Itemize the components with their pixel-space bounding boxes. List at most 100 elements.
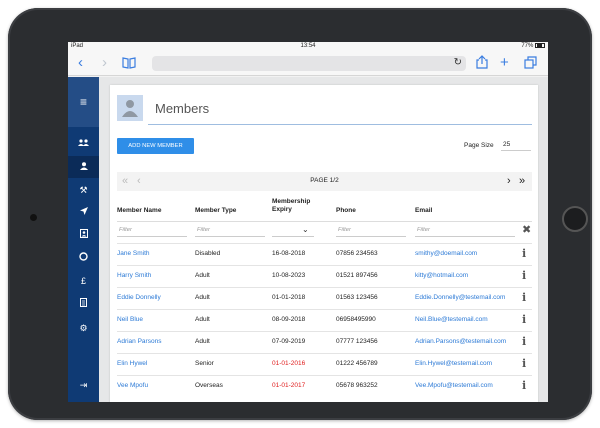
member-name[interactable]: Vee Mpofu: [117, 382, 148, 389]
battery-status: 77%: [521, 43, 545, 49]
reload-icon[interactable]: ↻: [454, 57, 462, 68]
table-row: Eddie Donnelly Adult 01-01-2018 01563 12345…: [117, 287, 532, 309]
status-bar: iPad 13:54 77%: [68, 42, 548, 51]
ipad-device: iPad 13:54 77% ‹ › ↻ + ≡ ⚒ £ ⚙ ⇥ Members…: [8, 8, 592, 420]
pound-icon[interactable]: £: [68, 270, 99, 292]
send-icon[interactable]: [68, 201, 99, 223]
member-type: Disabled: [195, 250, 221, 257]
member-phone: 01222 456789: [336, 360, 378, 367]
bookmarks-icon[interactable]: [122, 56, 136, 74]
member-email[interactable]: Elin.Hywel@testemail.com: [415, 360, 492, 367]
member-name[interactable]: Jane Smith: [117, 250, 150, 257]
id-card-icon[interactable]: [68, 224, 99, 246]
browser-toolbar: ‹ › ↻ +: [68, 51, 548, 76]
member-phone: 05678 963252: [336, 382, 378, 389]
member-type: Adult: [195, 316, 210, 323]
membership-expiry: 01-01-2017: [272, 382, 306, 389]
camera-icon: [30, 214, 37, 221]
forward-icon[interactable]: ›: [102, 54, 107, 72]
info-icon[interactable]: i: [522, 357, 526, 370]
members-panel: Members ADD NEW MEMBER Page Size 25 « ‹ …: [110, 85, 538, 402]
table-row: Adrian Parsons Adult 07-09-2019 07777 12345…: [117, 331, 532, 353]
membership-expiry: 08-09-2018: [272, 316, 306, 323]
member-email[interactable]: smithy@doemail.com: [415, 250, 477, 257]
filter-email-input[interactable]: Filter: [415, 224, 515, 237]
table-row: Harry Smith Adult 10-08-2023 01521 897456 ki…: [117, 265, 532, 287]
members-group-icon[interactable]: [68, 133, 99, 155]
document-icon[interactable]: [68, 293, 99, 315]
member-email[interactable]: kitty@hotmail.com: [415, 272, 468, 279]
info-icon[interactable]: i: [522, 269, 526, 282]
back-icon[interactable]: ‹: [78, 54, 83, 72]
member-email[interactable]: Vee.Mpofu@testemail.com: [415, 382, 493, 389]
column-header-phone[interactable]: Phone: [336, 207, 356, 215]
member-type: Adult: [195, 294, 210, 301]
column-header-name[interactable]: Member Name: [117, 207, 161, 215]
info-icon[interactable]: i: [522, 379, 526, 392]
add-member-button[interactable]: ADD NEW MEMBER: [117, 138, 194, 154]
table-row: Neil Blue Adult 08-09-2018 06958495990 Neil.…: [117, 309, 532, 331]
membership-expiry: 07-09-2019: [272, 338, 306, 345]
info-icon[interactable]: i: [522, 247, 526, 260]
user-icon: [122, 100, 138, 117]
circle-icon[interactable]: [68, 247, 99, 269]
clock: 13:54: [300, 43, 316, 49]
column-header-expiry[interactable]: Membership Expiry: [272, 198, 322, 214]
member-email[interactable]: Eddie.Donnelly@testemail.com: [415, 294, 505, 301]
header-divider: [117, 221, 532, 222]
pager: « ‹ PAGE 1/2 › »: [117, 172, 532, 191]
web-page: ≡ ⚒ £ ⚙ ⇥ Members ADD NEW MEMBER Page Si…: [68, 77, 548, 402]
member-name[interactable]: Neil Blue: [117, 316, 143, 323]
battery-percent: 77%: [521, 43, 534, 50]
member-icon[interactable]: [68, 156, 99, 178]
filter-phone-input[interactable]: Filter: [336, 224, 406, 237]
page-indicator: PAGE 1/2: [310, 177, 339, 184]
new-tab-icon[interactable]: +: [500, 54, 509, 72]
table-row: Jane Smith Disabled 16-08-2018 07856 234563…: [117, 243, 532, 265]
home-button[interactable]: [562, 206, 588, 232]
member-type: Senior: [195, 360, 214, 367]
address-bar[interactable]: ↻: [152, 56, 466, 71]
column-header-type[interactable]: Member Type: [195, 207, 236, 215]
column-header-email[interactable]: Email: [415, 207, 432, 215]
member-phone: 06958495990: [336, 316, 376, 323]
membership-expiry: 16-08-2018: [272, 250, 306, 257]
info-icon[interactable]: i: [522, 313, 526, 326]
logout-icon[interactable]: ⇥: [68, 374, 99, 396]
filter-type-input[interactable]: Filter: [195, 224, 265, 237]
sidebar: ≡ ⚒ £ ⚙ ⇥: [68, 77, 99, 402]
last-page-icon[interactable]: »: [519, 174, 525, 188]
clear-filter-icon[interactable]: ✖: [522, 224, 531, 237]
page-title: Members: [155, 101, 210, 116]
member-name[interactable]: Eddie Donnelly: [117, 294, 161, 301]
chevron-down-icon[interactable]: ⌄: [302, 225, 309, 234]
next-page-icon[interactable]: ›: [507, 174, 511, 188]
title-divider: [148, 124, 532, 125]
page-size-label: Page Size: [464, 142, 494, 149]
info-icon[interactable]: i: [522, 335, 526, 348]
membership-expiry: 10-08-2023: [272, 272, 306, 279]
share-icon[interactable]: [476, 55, 488, 74]
member-name[interactable]: Adrian Parsons: [117, 338, 161, 345]
filter-name-input[interactable]: Filter: [117, 224, 187, 237]
settings-icon[interactable]: ⚙: [68, 317, 99, 339]
member-phone: 01521 897456: [336, 272, 378, 279]
battery-icon: [535, 43, 545, 48]
membership-expiry: 01-01-2018: [272, 294, 306, 301]
member-type: Overseas: [195, 382, 223, 389]
member-email[interactable]: Adrian.Parsons@testemail.com: [415, 338, 506, 345]
info-icon[interactable]: i: [522, 291, 526, 304]
screen: iPad 13:54 77% ‹ › ↻ + ≡ ⚒ £ ⚙ ⇥ Members…: [68, 42, 548, 402]
tabs-icon[interactable]: [524, 56, 537, 74]
member-email[interactable]: Neil.Blue@testemail.com: [415, 316, 488, 323]
table-row: Vee Mpofu Overseas 01-01-2017 05678 963252 V…: [117, 375, 532, 397]
member-phone: 01563 123456: [336, 294, 378, 301]
table-row: Elin Hywel Senior 01-01-2016 01222 456789 El…: [117, 353, 532, 375]
hammer-icon[interactable]: ⚒: [68, 179, 99, 201]
member-name[interactable]: Harry Smith: [117, 272, 151, 279]
avatar: [117, 95, 143, 121]
menu-icon[interactable]: ≡: [68, 77, 99, 127]
member-type: Adult: [195, 272, 210, 279]
page-size-input[interactable]: 25: [501, 139, 531, 151]
member-name[interactable]: Elin Hywel: [117, 360, 147, 367]
